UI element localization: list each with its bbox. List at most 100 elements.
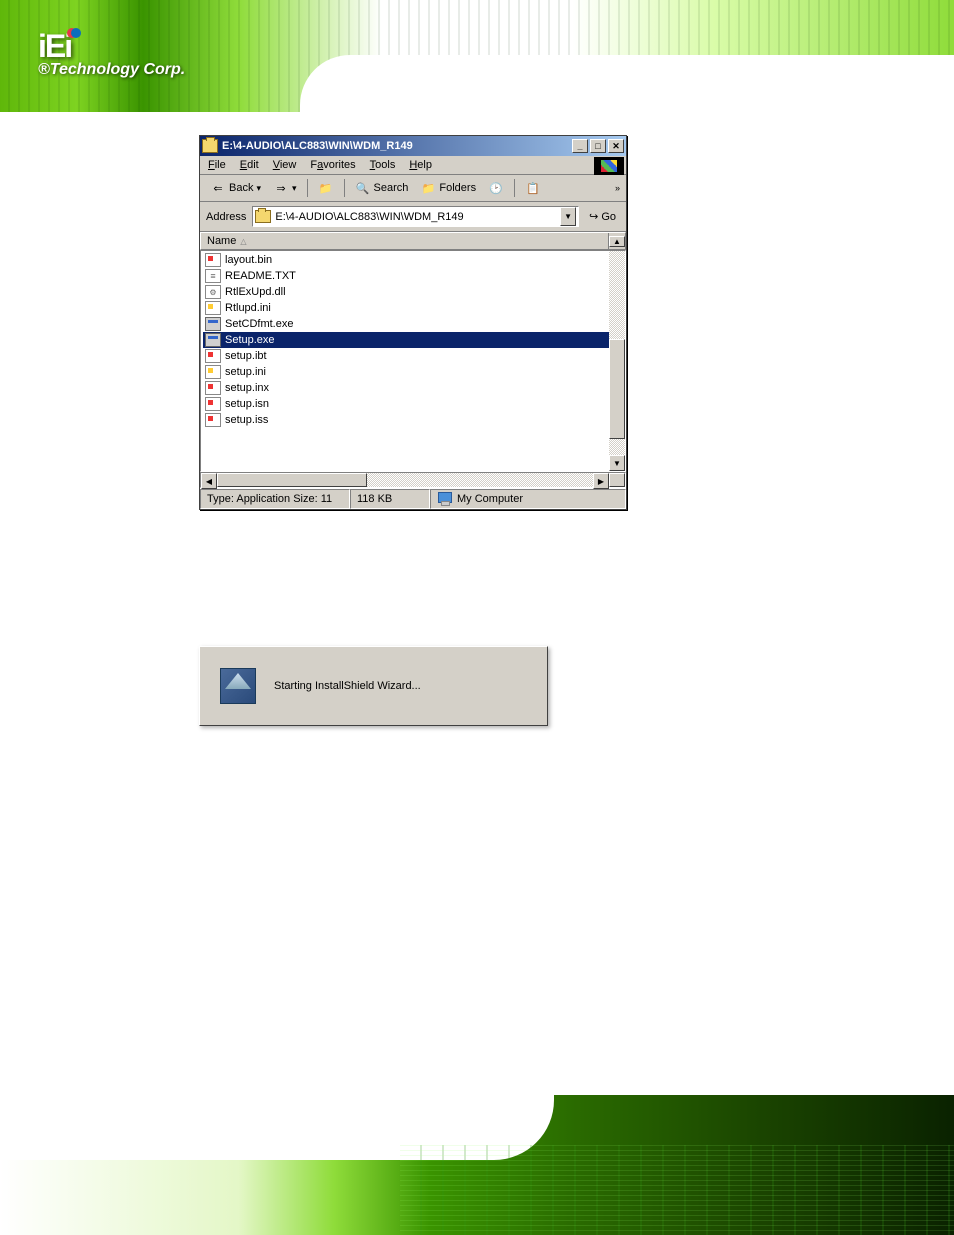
menu-file[interactable]: File <box>208 159 226 171</box>
file-name: SetCDfmt.exe <box>225 318 293 330</box>
windows-logo-icon <box>594 157 624 175</box>
forward-button[interactable]: ⇒ ▾ <box>269 178 301 198</box>
installshield-dialog: Starting InstallShield Wizard... <box>199 646 548 726</box>
logo: iEi ®Technology Corp. <box>38 28 185 79</box>
menu-view[interactable]: View <box>273 159 297 171</box>
search-icon: 🔍 <box>355 180 371 196</box>
folders-icon: 📁 <box>420 180 436 196</box>
statusbar: Type: Application Size: 11 118 KB My Com… <box>200 488 626 509</box>
window-title: E:\4-AUDIO\ALC883\WIN\WDM_R149 <box>222 140 570 152</box>
footer-curve <box>0 1095 554 1160</box>
scroll-corner <box>609 473 625 487</box>
toolbar-separator <box>344 179 345 197</box>
file-ini-icon <box>205 301 221 315</box>
scroll-track[interactable] <box>609 251 625 339</box>
scroll-down-button[interactable]: ▼ <box>609 455 625 471</box>
folder-up-icon: 📁 <box>318 180 334 196</box>
file-name: Setup.exe <box>225 334 275 346</box>
chevron-down-icon: ▾ <box>292 183 297 194</box>
file-name: README.TXT <box>225 270 296 282</box>
logo-subtitle: ®Technology Corp. <box>38 61 185 79</box>
status-size: 118 KB <box>350 489 430 509</box>
titlebar[interactable]: E:\4-AUDIO\ALC883\WIN\WDM_R149 _ □ ✕ <box>200 136 626 156</box>
forward-arrow-icon: ⇒ <box>273 180 289 196</box>
close-button[interactable]: ✕ <box>608 139 624 153</box>
chevron-down-icon: ▾ <box>256 183 261 194</box>
folders-label: Folders <box>439 182 476 194</box>
go-arrow-icon: ↪ <box>589 210 598 223</box>
file-bin-icon <box>205 413 221 427</box>
header-banner: iEi ®Technology Corp. <box>0 0 954 112</box>
menu-help[interactable]: Help <box>409 159 432 171</box>
explorer-window: E:\4-AUDIO\ALC883\WIN\WDM_R149 _ □ ✕ Fil… <box>199 135 627 510</box>
file-row[interactable]: setup.ini <box>203 364 623 380</box>
folders-button[interactable]: 📁Folders <box>416 178 480 198</box>
file-bin-icon <box>205 253 221 267</box>
status-type: Type: Application Size: 11 <box>200 489 350 509</box>
file-name: setup.ibt <box>225 350 267 362</box>
back-button[interactable]: ⇐Back ▾ <box>206 178 265 198</box>
address-path: E:\4-AUDIO\ALC883\WIN\WDM_R149 <box>275 211 560 223</box>
file-row[interactable]: setup.ibt <box>203 348 623 364</box>
computer-icon <box>437 492 453 506</box>
file-row[interactable]: setup.isn <box>203 396 623 412</box>
scroll-up-button[interactable]: ▲ <box>609 236 625 247</box>
column-name[interactable]: Name △ <box>201 233 609 249</box>
menubar: File Edit View Favorites Tools Help <box>200 156 626 175</box>
status-location: My Computer <box>430 489 626 509</box>
logo-dot-blue <box>71 28 81 38</box>
address-input[interactable]: E:\4-AUDIO\ALC883\WIN\WDM_R149 ▼ <box>252 206 579 227</box>
file-list[interactable]: layout.bin README.TXT RtlExUpd.dll Rtlupd.i… <box>200 250 626 472</box>
file-name: Rtlupd.ini <box>225 302 271 314</box>
folder-icon <box>255 210 271 223</box>
maximize-button[interactable]: □ <box>590 139 606 153</box>
file-row[interactable]: layout.bin <box>203 252 623 268</box>
file-bin-icon <box>205 349 221 363</box>
file-bin-icon <box>205 381 221 395</box>
minimize-button[interactable]: _ <box>572 139 588 153</box>
menu-favorites[interactable]: Favorites <box>310 159 355 171</box>
file-txt-icon <box>205 269 221 283</box>
file-name: setup.iss <box>225 414 268 426</box>
toolbar-separator <box>514 179 515 197</box>
back-arrow-icon: ⇐ <box>210 180 226 196</box>
vertical-scrollbar[interactable]: ▼ <box>609 251 625 471</box>
menu-tools[interactable]: Tools <box>370 159 396 171</box>
scroll-left-button[interactable]: ◀ <box>201 473 217 489</box>
search-button[interactable]: 🔍Search <box>351 178 413 198</box>
toolbar: ⇐Back ▾ ⇒ ▾ 📁 🔍Search 📁Folders 🕑 📋 » <box>200 175 626 202</box>
list-header: Name △ ▲ <box>200 232 626 250</box>
toolbar-overflow-icon[interactable]: » <box>615 183 620 193</box>
scroll-thumb[interactable] <box>609 339 625 439</box>
go-button[interactable]: ↪Go <box>585 208 620 225</box>
status-location-label: My Computer <box>457 493 523 505</box>
file-name: setup.isn <box>225 398 269 410</box>
scroll-track[interactable] <box>609 439 625 455</box>
horizontal-scrollbar[interactable]: ◀ ▶ <box>200 472 626 488</box>
address-dropdown-button[interactable]: ▼ <box>560 207 576 226</box>
history-button[interactable]: 🕑 <box>484 178 508 198</box>
sort-asc-icon: △ <box>240 237 246 246</box>
folder-open-icon <box>202 139 218 153</box>
file-row[interactable]: setup.iss <box>203 412 623 428</box>
search-label: Search <box>374 182 409 194</box>
toolbar-separator <box>307 179 308 197</box>
move-to-button[interactable]: 📋 <box>521 178 545 198</box>
up-button[interactable]: 📁 <box>314 178 338 198</box>
file-exe-icon <box>205 333 221 347</box>
file-name: setup.inx <box>225 382 269 394</box>
file-row[interactable]: SetCDfmt.exe <box>203 316 623 332</box>
move-icon: 📋 <box>525 180 541 196</box>
history-icon: 🕑 <box>488 180 504 196</box>
file-row[interactable]: README.TXT <box>203 268 623 284</box>
scroll-thumb[interactable] <box>217 473 367 487</box>
footer-banner <box>0 1095 954 1235</box>
wizard-message: Starting InstallShield Wizard... <box>274 680 421 692</box>
file-row[interactable]: setup.inx <box>203 380 623 396</box>
menu-edit[interactable]: Edit <box>240 159 259 171</box>
file-row[interactable]: Setup.exe <box>203 332 623 348</box>
scroll-right-button[interactable]: ▶ <box>593 473 609 489</box>
file-row[interactable]: RtlExUpd.dll <box>203 284 623 300</box>
scroll-track[interactable] <box>367 473 593 487</box>
file-row[interactable]: Rtlupd.ini <box>203 300 623 316</box>
